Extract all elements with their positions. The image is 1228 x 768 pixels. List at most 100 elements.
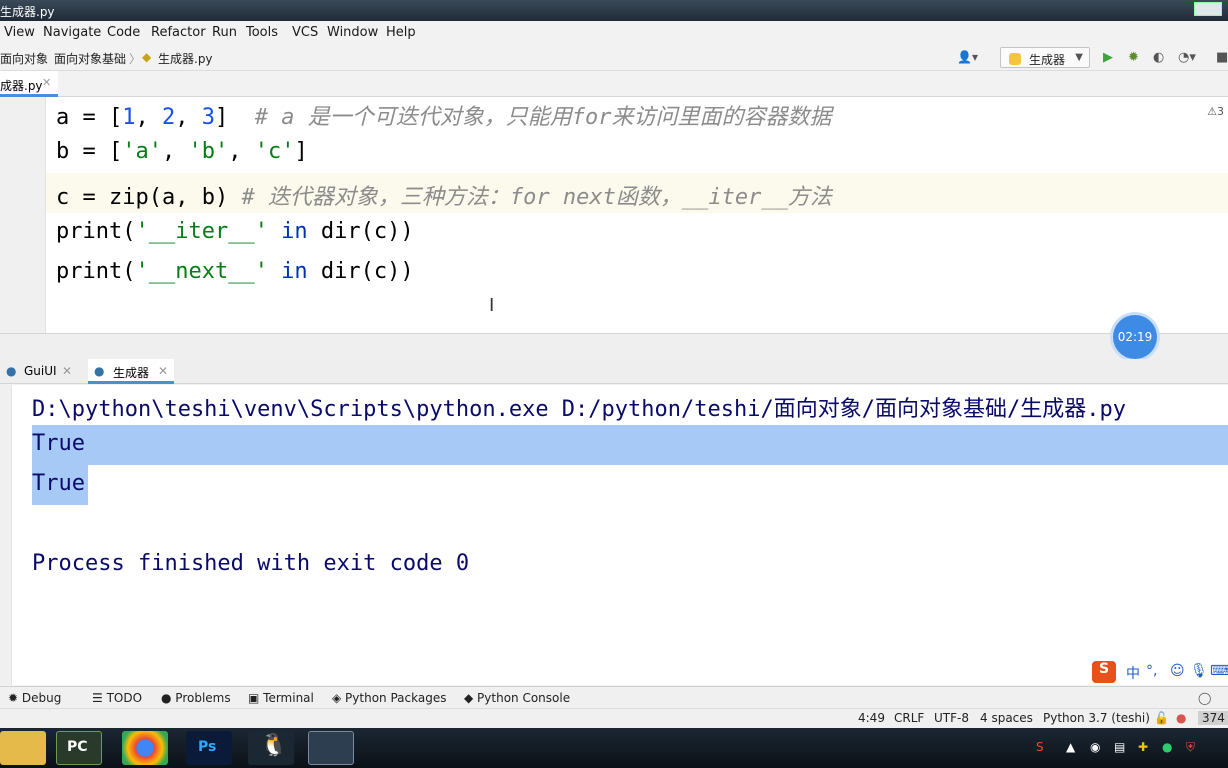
text-cursor-icon: I	[489, 295, 495, 316]
punctuation-icon[interactable]: °,	[1146, 663, 1157, 679]
qq-icon[interactable]: 🐧	[248, 731, 294, 765]
problems-tool-button[interactable]: ● Problems	[161, 691, 231, 705]
close-icon[interactable]: ✕	[42, 76, 51, 89]
coverage-icon[interactable]: ◐	[1153, 50, 1164, 65]
tool-label: Python Console	[477, 691, 571, 705]
tool-label: Terminal	[263, 691, 314, 705]
photoshop-icon[interactable]: Ps	[186, 731, 232, 765]
keyboard-icon[interactable]: ⌨	[1210, 663, 1228, 679]
console-output-line: True	[32, 431, 85, 456]
lock-icon[interactable]: 🔓	[1154, 711, 1169, 725]
sogou-tray-icon[interactable]: S	[1036, 740, 1044, 754]
python-icon: ●	[6, 364, 17, 378]
todo-tool-button[interactable]: ☰ TODO	[92, 691, 142, 705]
line-separator[interactable]: CRLF	[894, 711, 924, 725]
warning-indicator[interactable]: ⚠3	[1207, 105, 1224, 118]
microphone-icon[interactable]: 🎙	[1190, 663, 1208, 679]
recording-timer: 02:19	[1113, 315, 1157, 359]
editor-tab-generator[interactable]: 成器.py ✕	[0, 71, 58, 97]
taskbar: PC Ps 🐧 S ▲ ◉ ▤ ✚ ● ⛨	[0, 728, 1228, 768]
python-icon: ●	[94, 364, 105, 378]
breadcrumb-item[interactable]: 生成器.py	[158, 50, 213, 67]
code-line: print('__next__' in dir(c))	[56, 259, 414, 284]
terminal-icon: ▣	[248, 691, 264, 705]
tool-label: Debug	[21, 691, 62, 705]
caret-position[interactable]: 4:49	[858, 711, 885, 725]
tray-app-icon[interactable]: ✚	[1138, 740, 1148, 754]
breadcrumb-item[interactable]: 面向对象	[0, 50, 48, 67]
user-icon[interactable]: 👤▾	[957, 50, 978, 64]
run-console[interactable]: D:\python\teshi\venv\Scripts\python.exe …	[0, 385, 1228, 685]
code-line: a = [1, 2, 3] # a 是一个可迭代对象，只能用for来访问里面的容…	[56, 105, 832, 130]
event-log-icon[interactable]: ◯	[1198, 691, 1211, 705]
network-icon[interactable]: ▤	[1114, 740, 1125, 754]
photoshop-logo: Ps	[198, 739, 217, 755]
tool-label: Python Packages	[345, 691, 447, 705]
list-icon: ☰	[92, 691, 107, 705]
sogou-icon: S	[1092, 661, 1116, 683]
inspection-icon[interactable]: ●	[1176, 711, 1186, 725]
menu-view[interactable]: View	[4, 25, 35, 40]
terminal-tool-button[interactable]: ▣ Terminal	[248, 691, 314, 705]
menu-run[interactable]: Run	[212, 25, 237, 40]
run-configuration-label: 生成器	[1029, 53, 1066, 67]
mysql-icon[interactable]	[308, 731, 354, 765]
title-bar: 生成器.py	[0, 0, 1228, 21]
selection-highlight	[32, 425, 1228, 465]
interpreter-selector[interactable]: Python 3.7 (teshi)	[1043, 711, 1150, 725]
menu-tools[interactable]: Tools	[246, 25, 278, 40]
console-gutter	[0, 385, 12, 685]
tool-label: TODO	[106, 691, 143, 705]
pycharm-icon[interactable]: PC	[56, 731, 102, 765]
file-explorer-icon[interactable]	[0, 731, 46, 765]
emoji-icon[interactable]: ☺	[1170, 663, 1185, 679]
window-title: 生成器.py	[0, 5, 55, 19]
stop-icon[interactable]: ■	[1216, 50, 1228, 65]
memory-indicator[interactable]: 374	[1198, 711, 1228, 725]
run-tab-guiui[interactable]: ● GuiUI ✕	[0, 359, 80, 384]
run-tabs: ● GuiUI ✕ ● 生成器 ✕	[0, 359, 1228, 384]
tray-app-icon[interactable]: ◉	[1090, 740, 1100, 754]
close-icon[interactable]: ✕	[62, 364, 72, 378]
python-console-tool-button[interactable]: ◆ Python Console	[464, 691, 570, 705]
menu-vcs[interactable]: VCS	[292, 25, 318, 40]
menu-bar: View Navigate Code Refactor Run Tools VC…	[0, 21, 1228, 45]
debug-tool-button[interactable]: ✹ Debug	[8, 691, 61, 705]
run-icon[interactable]: ▶	[1103, 50, 1113, 65]
pycharm-logo: PC	[67, 739, 88, 755]
code-line: print('__iter__' in dir(c))	[56, 219, 414, 244]
profile-icon[interactable]: ◔▾	[1178, 50, 1196, 65]
menu-navigate[interactable]: Navigate	[43, 25, 101, 40]
tray-app-icon[interactable]: ●	[1162, 740, 1172, 754]
window-close-button[interactable]	[1194, 2, 1222, 16]
run-tab-generator[interactable]: ● 生成器 ✕	[88, 359, 174, 384]
debug-icon: ✹	[8, 691, 22, 705]
navigation-bar: 面向对象 〉 面向对象基础 〉 ◆ 生成器.py 👤▾ 生成器 ▼ ▶ ✹ ◐ …	[0, 45, 1228, 71]
ime-mode-label[interactable]: 中	[1126, 663, 1140, 683]
security-icon[interactable]: ⛨	[1186, 740, 1195, 755]
panel-separator[interactable]	[0, 333, 1228, 359]
tray-expand-icon[interactable]: ▲	[1066, 740, 1075, 754]
python-icon	[1009, 53, 1021, 65]
console-process-finished: Process finished with exit code 0	[32, 551, 470, 576]
chrome-icon[interactable]	[122, 731, 168, 765]
editor-tab-label: 成器.py	[0, 79, 43, 93]
file-encoding[interactable]: UTF-8	[934, 711, 969, 725]
status-bar: 4:49 CRLF UTF-8 4 spaces Python 3.7 (tes…	[0, 708, 1228, 728]
menu-refactor[interactable]: Refactor	[151, 25, 206, 40]
menu-code[interactable]: Code	[107, 25, 140, 40]
close-icon[interactable]: ✕	[158, 364, 168, 378]
info-icon: ●	[161, 691, 176, 705]
debug-icon[interactable]: ✹	[1128, 50, 1139, 65]
breadcrumb-item[interactable]: 面向对象基础	[54, 50, 126, 67]
code-line: b = ['a', 'b', 'c']	[56, 139, 308, 164]
indent-setting[interactable]: 4 spaces	[980, 711, 1033, 725]
python-packages-tool-button[interactable]: ◈ Python Packages	[332, 691, 446, 705]
chevron-right-icon: 〉	[129, 52, 142, 66]
code-editor[interactable]: ⚠3 a = [1, 2, 3] # a 是一个可迭代对象，只能用for来访问里…	[0, 97, 1228, 333]
ime-toolbar[interactable]: S 中 °, ☺ 🎙 ⌨	[1090, 660, 1228, 685]
menu-window[interactable]: Window	[327, 25, 378, 40]
menu-help[interactable]: Help	[386, 25, 416, 40]
chevron-down-icon: ▼	[1075, 52, 1083, 63]
run-configuration-select[interactable]: 生成器 ▼	[1000, 47, 1090, 68]
